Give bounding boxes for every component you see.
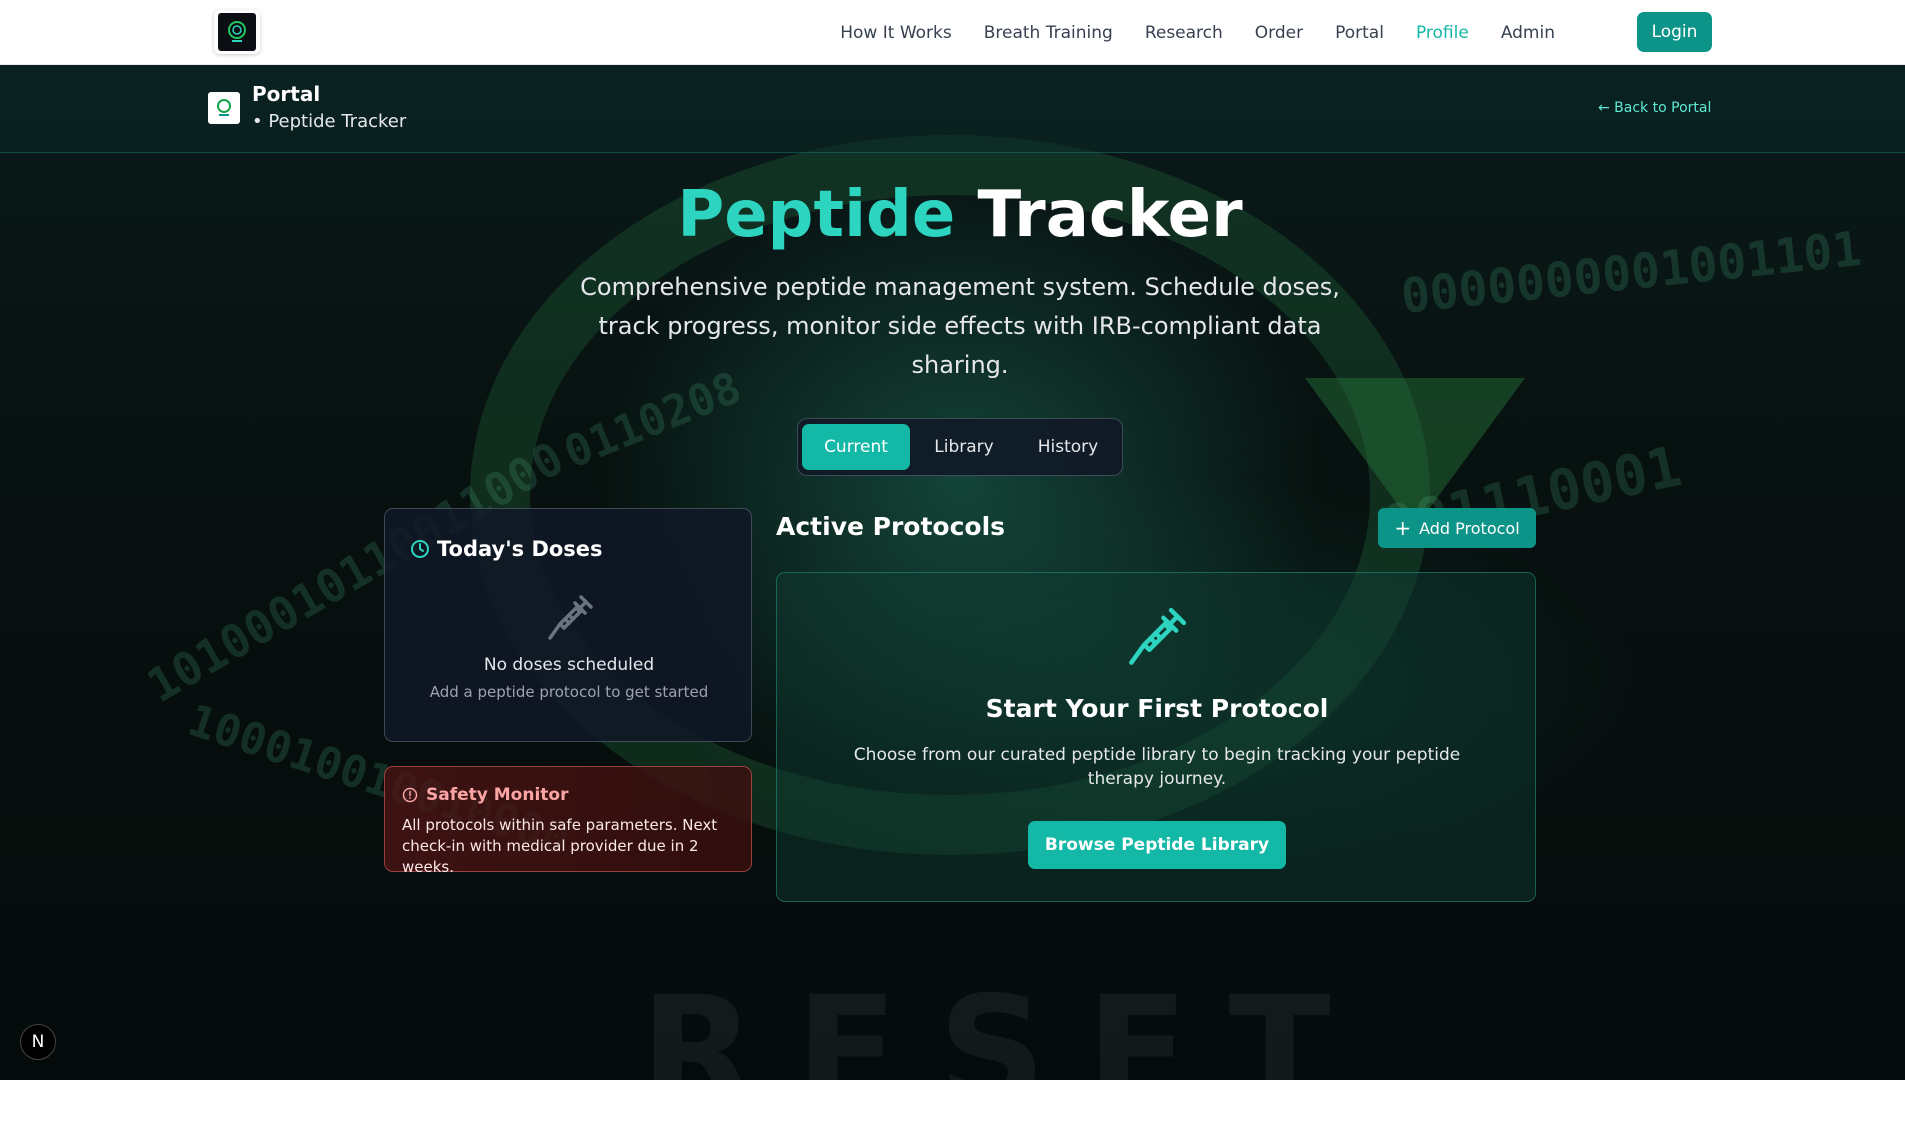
brain-logo-icon bbox=[228, 21, 246, 42]
first-protocol-description: Choose from our curated peptide library … bbox=[853, 745, 1461, 789]
reset-watermark: RESET bbox=[640, 965, 1371, 1080]
nav-breath-training[interactable]: Breath Training bbox=[984, 23, 1113, 43]
page-title-accent: Peptide bbox=[677, 178, 956, 252]
nav-portal[interactable]: Portal bbox=[1335, 23, 1384, 43]
browse-peptide-library-button[interactable]: Browse Peptide Library bbox=[1028, 821, 1286, 869]
add-protocol-label: Add Protocol bbox=[1419, 518, 1520, 538]
safety-monitor-text: All protocols within safe parameters. Ne… bbox=[402, 816, 718, 876]
safety-monitor-title: Safety Monitor bbox=[426, 785, 569, 805]
add-protocol-button[interactable]: + Add Protocol bbox=[1378, 508, 1536, 548]
alert-circle-icon bbox=[402, 787, 418, 803]
clock-icon bbox=[411, 540, 429, 558]
page-title-rest: Tracker bbox=[977, 178, 1243, 252]
back-to-portal-link[interactable]: ← Back to Portal bbox=[1598, 100, 1711, 116]
safety-monitor-card: Safety Monitor All protocols within safe… bbox=[384, 766, 752, 876]
plus-icon: + bbox=[1394, 516, 1412, 540]
first-protocol-card: Start Your First Protocol Choose from ou… bbox=[776, 572, 1536, 902]
page-description: Comprehensive peptide management system.… bbox=[580, 273, 1340, 379]
portal-subheader: Portal • Peptide Tracker ← Back to Porta… bbox=[0, 65, 1905, 153]
nav-profile[interactable]: Profile bbox=[1416, 23, 1469, 43]
todays-doses-title: Today's Doses bbox=[437, 537, 603, 561]
tab-history[interactable]: History bbox=[1018, 424, 1118, 470]
login-button[interactable]: Login bbox=[1637, 12, 1712, 52]
syringe-icon bbox=[1129, 607, 1187, 665]
first-protocol-title: Start Your First Protocol bbox=[985, 694, 1329, 723]
nav-how-it-works[interactable]: How It Works bbox=[840, 23, 951, 43]
portal-subtitle: • Peptide Tracker bbox=[252, 111, 407, 132]
tab-bar: Current Library History bbox=[797, 418, 1123, 476]
tab-library[interactable]: Library bbox=[914, 424, 1014, 470]
todays-doses-card: Today's Doses No doses scheduled Add a p… bbox=[384, 508, 752, 742]
tab-current[interactable]: Current bbox=[802, 424, 910, 470]
active-protocols-title: Active Protocols bbox=[776, 512, 1006, 541]
next-devtools-badge[interactable]: N bbox=[20, 1024, 56, 1060]
nav-order[interactable]: Order bbox=[1255, 23, 1303, 43]
portal-title: Portal bbox=[252, 82, 321, 106]
no-doses-hint: Add a peptide protocol to get started bbox=[429, 683, 709, 701]
portal-logo bbox=[208, 92, 240, 124]
brain-logo-icon bbox=[217, 99, 231, 116]
page-title: Peptide Tracker bbox=[0, 178, 1905, 252]
no-doses-text: No doses scheduled bbox=[483, 655, 655, 675]
syringe-icon bbox=[548, 595, 593, 640]
brand-logo[interactable] bbox=[214, 10, 260, 54]
top-navbar: How It Works Breath Training Research Or… bbox=[0, 0, 1905, 65]
nav-links: How It Works Breath Training Research Or… bbox=[840, 0, 1555, 65]
nav-admin[interactable]: Admin bbox=[1501, 23, 1555, 43]
nav-research[interactable]: Research bbox=[1145, 23, 1223, 43]
